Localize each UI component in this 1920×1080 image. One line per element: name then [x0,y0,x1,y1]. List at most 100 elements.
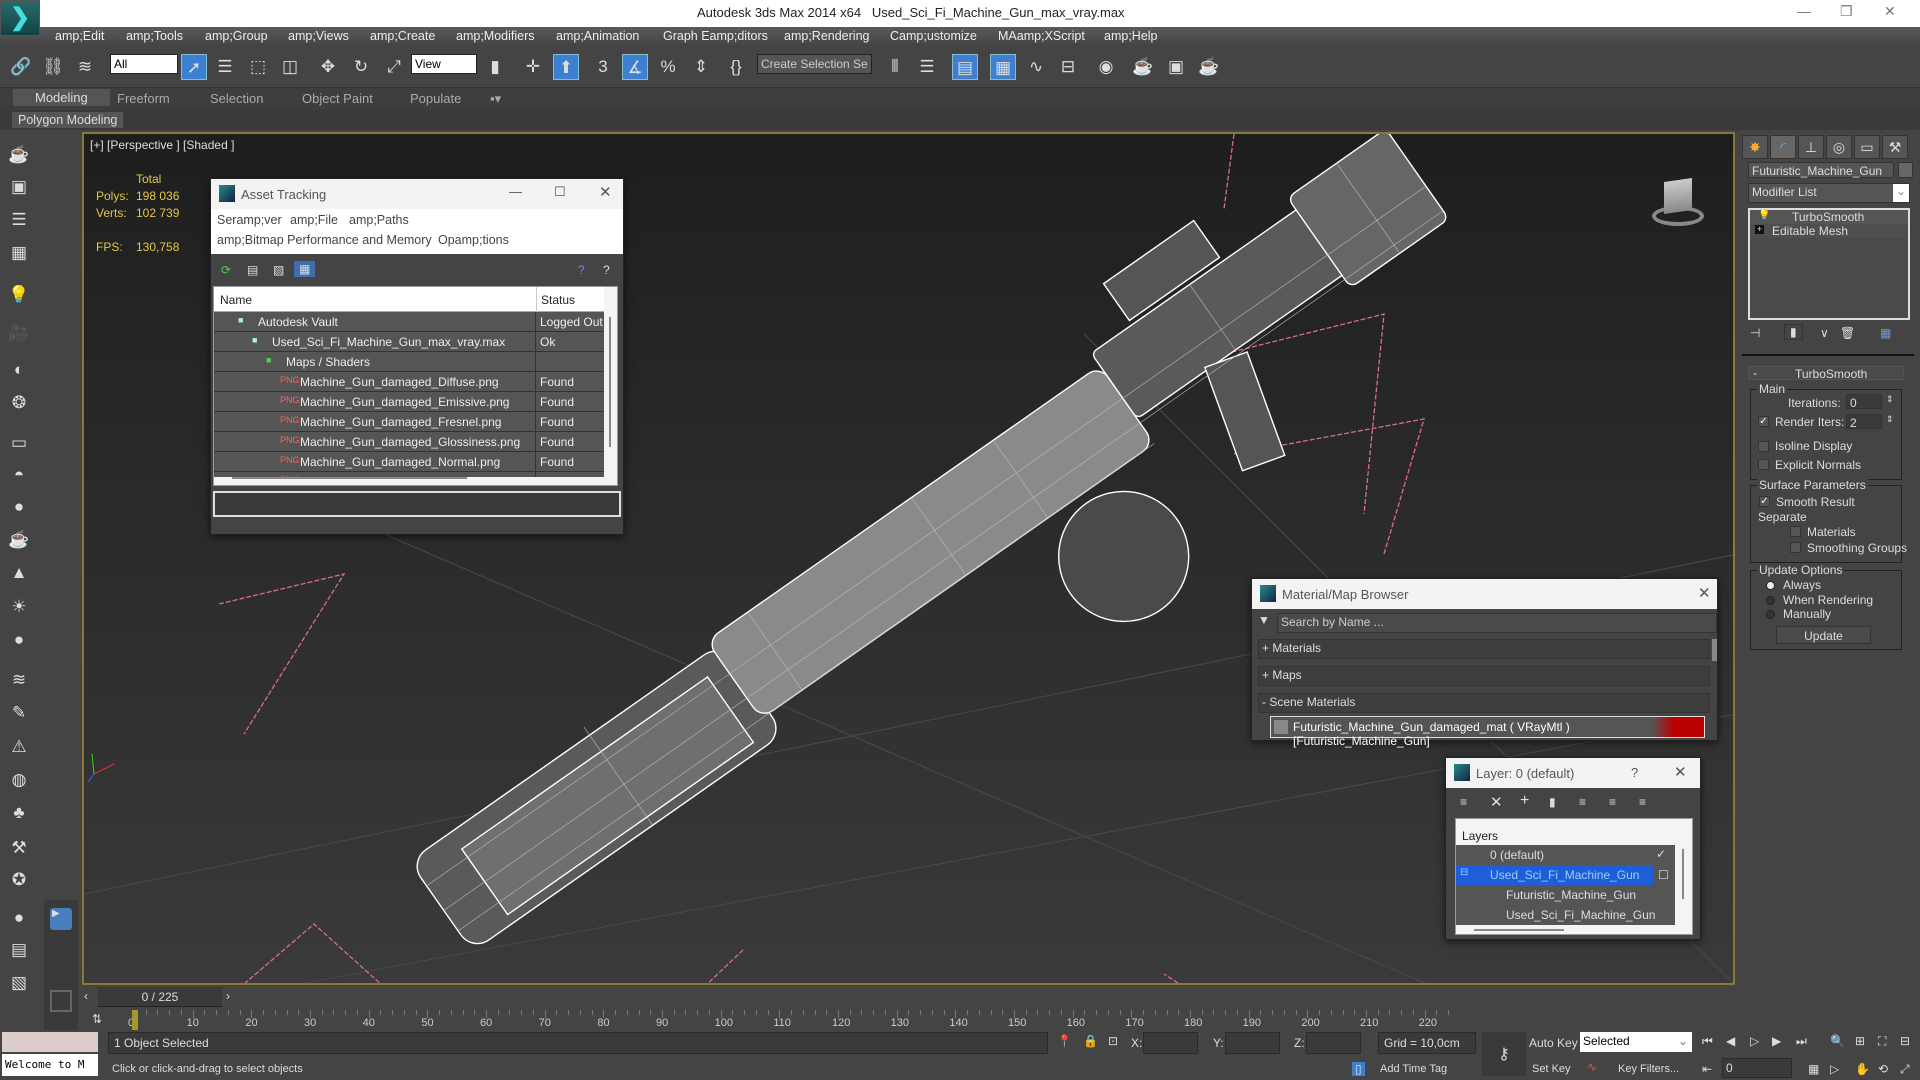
bind-space-warp-icon[interactable]: ≋ [72,54,98,80]
hemisphere-icon[interactable]: ◓ [6,462,32,488]
update-always-radio[interactable] [1766,581,1775,590]
unlink-icon[interactable]: ⛓ [40,54,66,80]
snaps-toggle-icon[interactable]: 3 [590,54,616,80]
named-selection-dropdown[interactable]: Create Selection Se [757,54,872,74]
z-coordinate-field[interactable] [1306,1032,1361,1054]
add-to-layer-icon[interactable]: + [1520,792,1529,810]
play-icon[interactable]: ▷ [1750,1034,1759,1048]
render-iters-spinner[interactable]: ⇕ [1886,414,1894,425]
render-setup-icon[interactable]: ☕ [1130,54,1156,80]
material-editor-icon[interactable]: ◉ [1093,54,1119,80]
tab-selection[interactable]: Selection [210,91,263,106]
current-frame-marker[interactable] [132,1010,138,1030]
hair-icon[interactable]: ≋ [6,667,32,693]
list-view-icon[interactable]: ▤ [247,263,258,277]
remove-modifier-icon[interactable]: 🗑 [1840,326,1855,340]
layer-object-row[interactable]: Futuristic_Machine_Gun [1456,885,1675,905]
percent-snap-icon[interactable]: % [655,54,681,80]
viewcube[interactable] [1648,172,1708,232]
reference-coordinate-dropdown[interactable]: View [411,54,477,74]
go-to-start-icon[interactable]: ⏮ [1702,1034,1713,1049]
current-layer-check-icon[interactable]: ✓ [1656,847,1666,861]
collapse-icon[interactable]: ⊟ [1460,867,1468,878]
cone-icon[interactable]: ▲ [6,560,32,586]
menu-maxscript[interactable]: MAamp;XScript [998,29,1085,43]
update-manually-radio[interactable] [1766,610,1775,619]
pivot-center-icon[interactable]: ▮ [482,54,508,80]
absolute-mode-icon[interactable]: ⊡ [1108,1034,1118,1048]
column-status[interactable]: Status [536,287,579,312]
scrollbar[interactable] [1712,639,1717,661]
selection-filter-dropdown[interactable]: All [110,54,178,74]
asset-row[interactable]: PNG Machine_Gun_damaged_Diffuse.png Found [214,372,604,392]
context-help-icon[interactable]: ? [603,263,610,277]
box-icon[interactable]: ▭ [6,430,32,456]
rendered-frame-window-icon[interactable]: ▣ [1163,54,1189,80]
iterations-input[interactable]: 0 [1846,394,1882,410]
asset-row[interactable]: ■ Used_Sci_Fi_Machine_Gun_max_vray.max Ok [214,332,604,352]
selection-lock-icon[interactable]: 🔒 [1083,1034,1098,1048]
x-coordinate-field[interactable] [1143,1032,1198,1054]
layer-settings-icon[interactable]: ≡ [1639,795,1646,809]
menu-help[interactable]: amp;Help [1104,29,1158,43]
track-bar[interactable]: 0102030405060708090100110120130140150160… [128,1010,1720,1030]
separate-materials-checkbox[interactable] [1790,526,1801,537]
curve-editor-icon[interactable]: ∿ [1023,54,1049,80]
tab-freeform[interactable]: Freeform [117,91,170,106]
zoom-extents-all-icon[interactable]: ⊟ [1900,1034,1910,1048]
key-filters-button[interactable]: Key Filters... [1618,1063,1679,1075]
render-production-icon[interactable]: ☕ [1196,54,1222,80]
auto-key-button[interactable]: Auto Key [1529,1036,1578,1050]
close-button[interactable]: ✕ [1674,763,1687,781]
turbosmooth-rollout-header[interactable]: - TurboSmooth [1748,366,1904,381]
time-slider[interactable]: 0 / 225 [98,987,222,1007]
menu-paths[interactable]: amp;Paths [349,213,409,227]
teapot-primitive-icon[interactable]: ☕ [6,527,32,553]
next-key-icon[interactable]: ▶ [1772,1034,1781,1048]
asset-row[interactable]: PNG Machine_Gun_damaged_Emissive.png Found [214,392,604,412]
tab-modeling[interactable]: Modeling [13,89,110,106]
polygon-modeling-panel[interactable]: Polygon Modeling [12,112,124,128]
hammer-icon[interactable]: ⚒ [6,835,32,861]
menu-tools[interactable]: amp;Tools [126,29,183,43]
asset-tracking-titlebar[interactable]: Asset Tracking — ☐ ✕ [211,179,623,209]
pin-stack-icon[interactable]: ⊣ [1750,326,1760,340]
layout-quad-icon[interactable] [50,990,72,1012]
tab-populate[interactable]: Populate [410,91,461,106]
show-end-result-icon[interactable]: ▮ [1784,324,1803,340]
previous-key-icon[interactable]: ◀ [1726,1034,1735,1048]
menu-modifiers[interactable]: amp;Modifiers [456,29,535,43]
motion-tab-icon[interactable]: ◎ [1826,135,1852,159]
display-tab-icon[interactable]: ▭ [1854,135,1880,159]
rotate-icon[interactable]: ↻ [348,54,374,80]
asset-row[interactable]: PNG Machine_Gun_damaged_Fresnel.png Found [214,412,604,432]
set-current-checkbox[interactable]: ☐ [1658,868,1669,882]
field-of-view-icon[interactable]: ▷ [1830,1062,1839,1076]
paint-icon[interactable]: ✎ [6,700,32,726]
ribbon-options-icon[interactable]: ▪▾ [490,91,501,107]
previous-frame-button[interactable]: ‹ [84,989,88,1003]
menu-file[interactable]: amp;File [290,213,338,227]
tree-view-icon[interactable]: ▧ [273,263,284,277]
key-mode-dropdown[interactable]: Selected ⌄ [1580,1032,1692,1052]
particle-icon[interactable]: ❂ [6,390,32,416]
plant-icon[interactable]: ♣ [6,800,32,826]
menu-options[interactable]: Opamp;tions [438,233,509,247]
material-browser-titlebar[interactable]: Material/Map Browser ✕ [1252,579,1717,609]
grid-icon[interactable]: ▦ [6,240,32,266]
asset-path-field[interactable] [213,491,621,517]
teapot-icon[interactable]: ☕ [6,142,32,168]
menu-server[interactable]: Seramp;ver [217,213,282,227]
zoom-icon[interactable]: 🔍 [1830,1034,1845,1048]
restore-button[interactable]: ❐ [1840,3,1853,20]
object-name-field[interactable]: Futuristic_Machine_Gun [1748,162,1894,178]
menu-create[interactable]: amp;Create [370,29,435,43]
angle-snap-icon[interactable]: ∡ [622,54,648,80]
expand-icon[interactable]: + [1755,225,1764,234]
orbit-icon[interactable]: ⟲ [1878,1062,1888,1076]
viewport-label[interactable]: [+] [Perspective ] [Shaded ] [90,138,234,152]
globe-icon[interactable]: ◍ [6,767,32,793]
camera-icon[interactable]: 🎥 [6,320,32,346]
window-crossing-icon[interactable]: ◫ [277,54,303,80]
y-coordinate-field[interactable] [1225,1032,1280,1054]
